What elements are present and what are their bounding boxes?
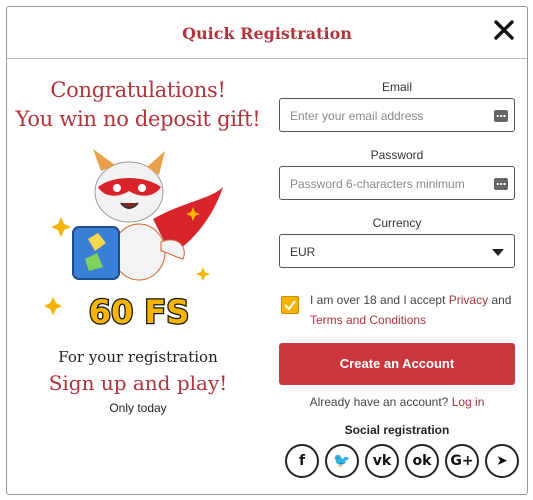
vk-icon[interactable]: vk [365,444,399,478]
have-account-text: Already have an account? [309,395,449,409]
vk-glyph: vk [372,453,392,469]
chevron-down-icon [492,249,504,256]
google-plus-glyph: G+ [450,453,474,469]
google-plus-icon[interactable]: G+ [445,444,479,478]
raccoon-hero-illustration: 60 FS [44,149,223,329]
login-link[interactable]: Log in [452,395,485,409]
login-prompt: Already have an account? Log in [279,395,515,409]
age-terms-checkbox[interactable] [281,296,299,314]
terms-and-conditions-link[interactable]: Terms and Conditions [310,313,426,327]
email-placeholder: Enter your email address [290,109,424,123]
password-manager-icon[interactable] [494,110,508,122]
email-label: Email [381,80,412,94]
password-label: Password [370,148,424,162]
password-field[interactable]: Password 6-characters minimum [279,166,515,200]
terms-and: and [491,293,512,307]
registration-note: For your registration [58,348,218,366]
currency-label: Currency [372,216,422,230]
password-placeholder: Password 6-characters minimum [290,177,465,191]
promo-headline: Congratulations! [50,78,226,102]
modal-title: Quick Registration [182,24,352,43]
currency-value: EUR [290,245,316,259]
promo-panel: Congratulations! You win no deposit gift… [7,67,269,427]
close-icon[interactable] [493,19,515,41]
facebook-glyph: f [298,453,306,469]
terms-text: I am over 18 and I accept Privacy and Te… [310,290,520,330]
privacy-link[interactable]: Privacy [449,293,488,307]
signup-cta-text: Sign up and play! [48,371,228,395]
registration-modal: Quick Registration Congratulations! You … [6,6,528,495]
telegram-icon[interactable]: ➤ [485,444,519,478]
modal-header: Quick Registration [7,7,527,59]
twitter-glyph: 🐦 [333,453,351,469]
only-today-text: Only today [109,401,167,415]
free-spins-badge: 60 FS [89,293,190,329]
promo-subheadline: You win no deposit gift! [15,107,261,131]
password-manager-icon[interactable] [494,178,508,190]
currency-select[interactable]: EUR [279,234,515,268]
email-field[interactable]: Enter your email address [279,98,515,132]
facebook-icon[interactable]: f [285,444,319,478]
telegram-glyph: ➤ [496,453,508,469]
social-registration-title: Social registration [344,423,450,437]
odnoklassniki-glyph: ok [412,453,432,469]
terms-prefix: I am over 18 and I accept [310,293,446,307]
create-account-button[interactable]: Create an Account [279,343,515,385]
odnoklassniki-icon[interactable]: ok [405,444,439,478]
twitter-icon[interactable]: 🐦 [325,444,359,478]
